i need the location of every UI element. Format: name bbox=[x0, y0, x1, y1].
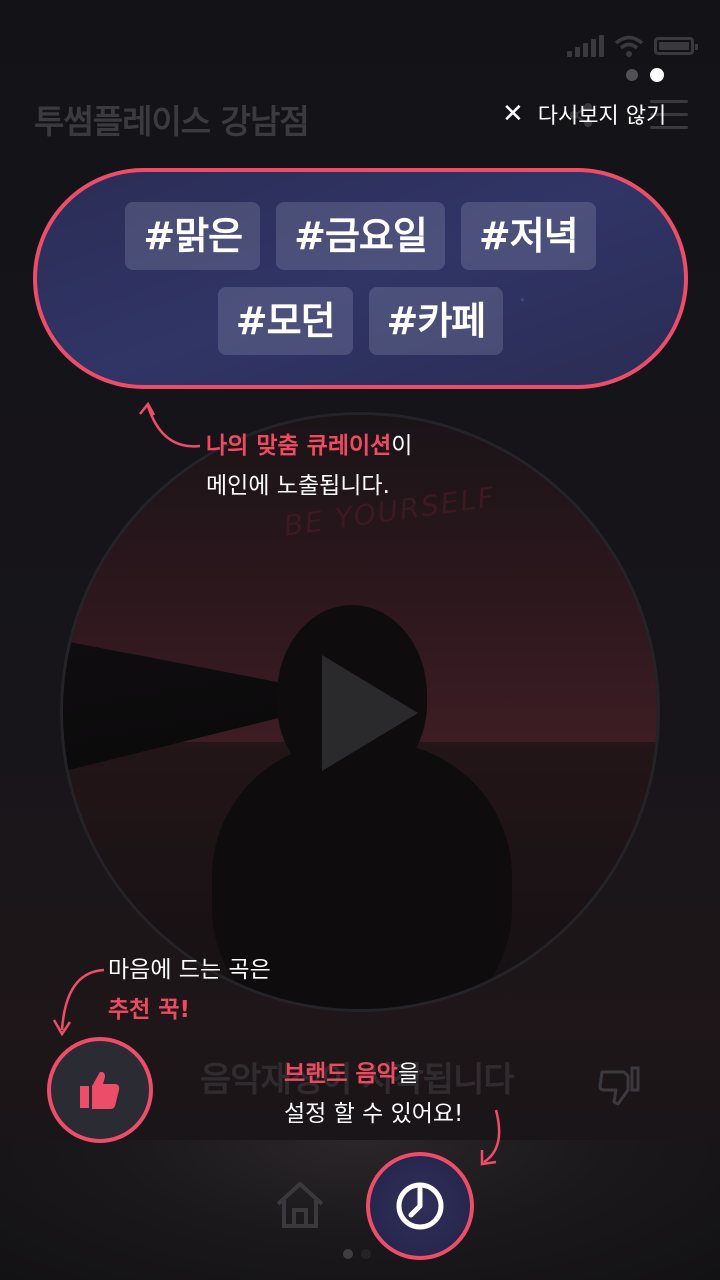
thumbs-up-icon bbox=[80, 1071, 120, 1109]
brand-callout: 브랜드 음악을 설정 할 수 있어요! bbox=[284, 1054, 463, 1134]
tag-chip: #저녁 bbox=[460, 202, 596, 270]
curation-callout: 나의 맞춤 큐레이션이 메인에 노출됩니다. bbox=[206, 426, 412, 506]
curation-tag-card: #맑은 #금요일 #저녁 #모던 #카페 bbox=[33, 168, 688, 389]
brand-callout-accent: 브랜드 음악 bbox=[284, 1061, 398, 1087]
battery-icon bbox=[654, 37, 698, 55]
curation-callout-rest: 이 bbox=[391, 433, 413, 459]
curation-callout-line2: 메인에 노출됩니다. bbox=[206, 473, 390, 499]
tag-row-2: #모던 #카페 bbox=[217, 287, 504, 355]
store-title: 투썸플레이스 강남점 bbox=[34, 102, 310, 141]
page-dot-active bbox=[650, 68, 664, 82]
tag-chip: #금요일 bbox=[276, 202, 445, 270]
curation-arrow-icon bbox=[139, 401, 201, 448]
like-arrow-icon bbox=[52, 968, 105, 1037]
like-callout: 마음에 드는 곡은 추천 꾹! bbox=[108, 950, 271, 1030]
like-callout-line1: 마음에 드는 곡은 bbox=[108, 957, 271, 983]
timer-icon bbox=[396, 1182, 444, 1230]
dismiss-label: 다시보지 않기 bbox=[537, 104, 667, 129]
brand-callout-rest: 을 bbox=[397, 1061, 419, 1087]
dismiss-button[interactable]: ✕ 다시보지 않기 bbox=[502, 98, 666, 130]
thumbs-down-icon bbox=[598, 1066, 640, 1106]
tag-chip: #모던 bbox=[217, 287, 353, 355]
home-icon bbox=[276, 1182, 324, 1228]
brand-music-button[interactable] bbox=[366, 1152, 474, 1260]
like-callout-accent: 추천 꾹! bbox=[108, 997, 190, 1023]
signal-icon bbox=[567, 35, 604, 57]
tag-row-1: #맑은 #금요일 #저녁 bbox=[125, 202, 596, 270]
wifi-icon bbox=[614, 35, 644, 57]
brand-arrow-icon bbox=[480, 1109, 501, 1166]
close-icon: ✕ bbox=[502, 99, 524, 129]
status-bar bbox=[567, 34, 698, 58]
bottom-page-indicator bbox=[343, 1244, 379, 1263]
brand-callout-line2: 설정 할 수 있어요! bbox=[284, 1101, 464, 1127]
onboarding-page-indicator bbox=[626, 68, 664, 82]
play-icon bbox=[322, 655, 418, 771]
page-dot bbox=[626, 69, 638, 81]
curation-callout-accent: 나의 맞춤 큐레이션 bbox=[206, 433, 392, 459]
tag-chip: #맑은 bbox=[125, 202, 261, 270]
tag-chip: #카페 bbox=[368, 287, 504, 355]
like-button[interactable] bbox=[47, 1037, 153, 1143]
